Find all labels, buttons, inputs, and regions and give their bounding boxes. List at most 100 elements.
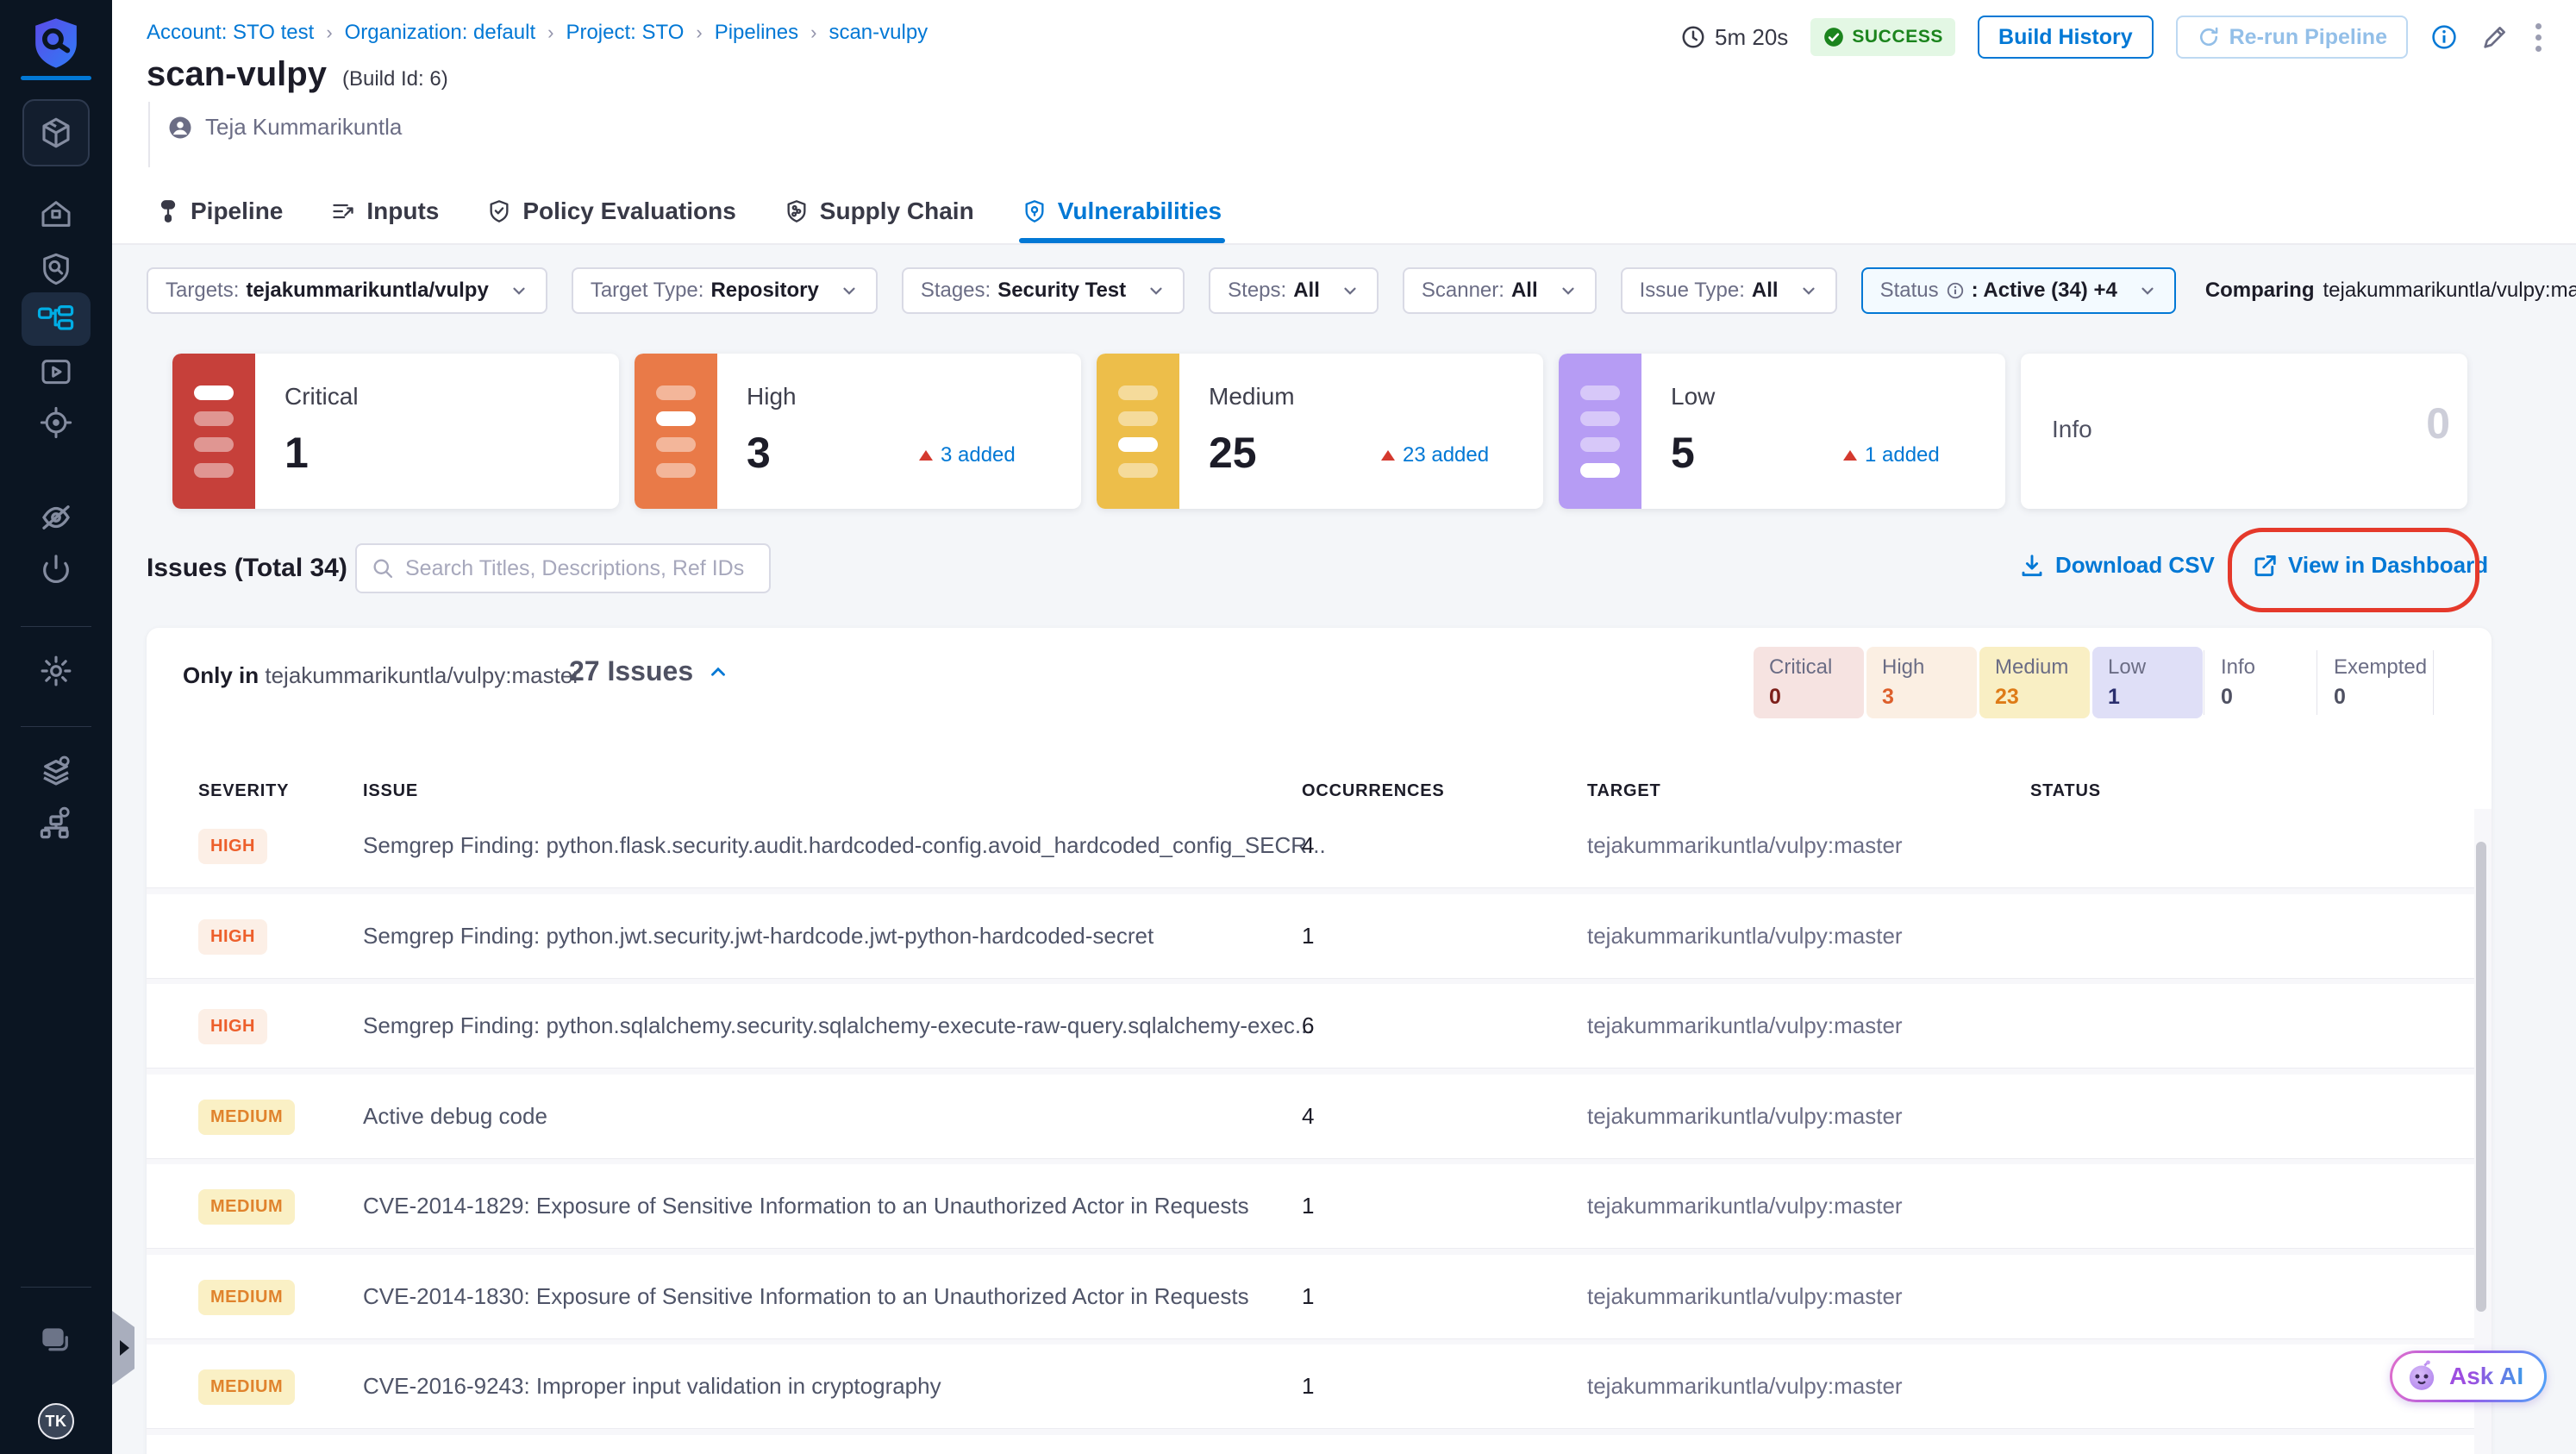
chip-medium: Medium 23 <box>1979 647 2090 718</box>
breadcrumb-pipelines[interactable]: Pipelines <box>715 21 798 45</box>
build-duration: 5m 20s <box>1680 24 1788 51</box>
group-issue-count[interactable]: 27 Issues <box>569 655 729 687</box>
tab-pipeline[interactable]: Pipeline <box>157 179 283 243</box>
table-row[interactable]: MEDIUM CVE-2016-9243: Improper input val… <box>147 1344 2474 1429</box>
issue-title: Active debug code <box>363 1102 547 1129</box>
card-medium[interactable]: Medium 25 23 added <box>1097 354 1543 509</box>
ask-ai-button[interactable]: Ask AI <box>2390 1351 2547 1402</box>
filter-bar: Targets: tejakummarikuntla/vulpy Target T… <box>147 267 2576 314</box>
view-in-dashboard-button[interactable]: View in Dashboard <box>2252 552 2488 579</box>
nav-delegates[interactable] <box>0 802 112 843</box>
triangle-up-icon <box>1843 450 1857 461</box>
severity-badge: HIGH <box>198 1009 267 1044</box>
filter-status[interactable]: Status : Active (34) +4 <box>1860 267 2176 314</box>
chip-info: Info 0 <box>2204 647 2316 718</box>
eye-off-icon <box>42 505 70 530</box>
nav-pipelines-active[interactable] <box>0 291 112 347</box>
info-icon[interactable] <box>2430 23 2458 51</box>
search-input[interactable] <box>405 555 755 581</box>
breadcrumb-account[interactable]: Account: STO test <box>147 21 314 45</box>
chevron-down-icon <box>1802 287 1815 295</box>
module-selector[interactable] <box>0 98 112 167</box>
issues-search[interactable] <box>355 543 771 593</box>
build-history-button[interactable]: Build History <box>1978 16 2154 59</box>
filter-stages[interactable]: Stages: Security Test <box>901 267 1185 314</box>
issue-title: CVE-2014-1830: Exposure of Sensitive Inf… <box>363 1282 1249 1309</box>
card-low[interactable]: Low 5 1 added <box>1559 354 2005 509</box>
shield-check-icon <box>490 200 509 222</box>
nav-exemptions[interactable] <box>0 497 112 538</box>
nav-executions[interactable] <box>0 352 112 393</box>
target-value: tejakummarikuntla/vulpy:master <box>1587 1282 1903 1309</box>
filter-scanner[interactable]: Scanner: All <box>1402 267 1597 314</box>
breadcrumb: Account: STO test › Organization: default… <box>147 21 928 45</box>
more-options-menu-icon[interactable] <box>2532 20 2545 55</box>
nav-default-settings[interactable] <box>0 750 112 792</box>
gear-icon <box>41 655 72 686</box>
nav-targets[interactable] <box>0 402 112 443</box>
chevron-down-icon <box>843 287 855 295</box>
severity-badge: MEDIUM <box>198 1099 296 1135</box>
download-csv-button[interactable]: Download CSV <box>2019 552 2215 579</box>
card-label: High <box>747 383 797 410</box>
logo-underline <box>21 76 91 80</box>
sidebar-collapse-handle[interactable] <box>112 1311 134 1385</box>
breadcrumb-current[interactable]: scan-vulpy <box>828 21 928 45</box>
table-row[interactable]: MEDIUM CVE-2014-1829: Exposure of Sensit… <box>147 1164 2474 1249</box>
severity-gauge-icon <box>1097 354 1179 509</box>
rerun-pipeline-button[interactable]: Re-run Pipeline <box>2175 16 2408 59</box>
sidebar-divider <box>21 726 91 727</box>
nav-home[interactable] <box>0 193 112 235</box>
sto-logo-icon[interactable] <box>0 16 112 71</box>
download-icon <box>2022 554 2042 576</box>
tab-vulnerabilities[interactable]: Vulnerabilities <box>1018 179 1226 243</box>
page-title: scan-vulpy <box>147 55 327 93</box>
comparing-text: Comparingtejakummarikuntla/vulpy:master … <box>2204 279 2576 302</box>
check-circle-icon <box>1824 28 1844 47</box>
occurrences-value: 1 <box>1302 922 1315 949</box>
tab-policy-evaluations[interactable]: Policy Evaluations <box>487 179 736 243</box>
added-delta: 23 added <box>1381 443 1489 467</box>
filter-issue-type[interactable]: Issue Type: All <box>1620 267 1837 314</box>
severity-badge: MEDIUM <box>198 1189 296 1225</box>
breadcrumb-separator: › <box>696 22 703 43</box>
chip-critical: Critical 0 <box>1754 647 1864 718</box>
issue-title: Semgrep Finding: python.sqlalchemy.secur… <box>363 1012 1314 1038</box>
card-high[interactable]: High 3 3 added <box>635 354 1081 509</box>
table-row[interactable]: MEDIUM <box>147 1434 2474 1454</box>
breadcrumb-separator: › <box>326 22 333 43</box>
help-chat-button[interactable]: ? <box>0 1321 112 1363</box>
filter-steps[interactable]: Steps: All <box>1209 267 1379 314</box>
info-icon <box>1947 282 1963 299</box>
chevron-down-icon <box>1344 287 1356 295</box>
user-avatar[interactable]: TK <box>0 1401 112 1442</box>
table-row[interactable]: HIGH Semgrep Finding: python.sqlalchemy.… <box>147 984 2474 1069</box>
nav-settings[interactable] <box>0 650 112 692</box>
crosshair-icon <box>40 406 72 439</box>
tab-inputs[interactable]: Inputs <box>331 179 439 243</box>
nav-get-started[interactable] <box>0 548 112 590</box>
nav-test-targets[interactable] <box>0 248 112 290</box>
vertical-scrollbar[interactable] <box>2476 842 2486 1312</box>
table-row[interactable]: MEDIUM Active debug code 4 tejakummariku… <box>147 1074 2474 1159</box>
tab-supply-chain[interactable]: Supply Chain <box>785 179 974 243</box>
card-count: 0 <box>2426 399 2450 448</box>
breadcrumb-project[interactable]: Project: STO <box>566 21 684 45</box>
severity-gauge-icon <box>172 354 255 509</box>
edit-pencil-icon[interactable] <box>2480 22 2510 52</box>
breadcrumb-org[interactable]: Organization: default <box>345 21 535 45</box>
table-row[interactable]: HIGH Semgrep Finding: python.jwt.securit… <box>147 893 2474 979</box>
user-icon <box>169 116 191 138</box>
filter-target-type[interactable]: Target Type: Repository <box>571 267 878 314</box>
network-gear-icon <box>40 806 70 839</box>
issues-toolbar: Issues (Total 34) Download CSV View in D… <box>147 528 2492 612</box>
card-count: 25 <box>1209 429 1257 477</box>
table-row[interactable]: HIGH Semgrep Finding: python.flask.secur… <box>147 804 2474 888</box>
filter-targets[interactable]: Targets: tejakummarikuntla/vulpy <box>147 267 547 314</box>
card-info[interactable]: Info 0 <box>2021 354 2467 509</box>
table-row[interactable]: MEDIUM CVE-2014-1830: Exposure of Sensit… <box>147 1254 2474 1339</box>
chat-help-icon: ? <box>42 1328 68 1351</box>
card-critical[interactable]: Critical 1 <box>172 354 619 509</box>
tab-bar: Pipeline Inputs Policy Evaluations Suppl… <box>157 179 1226 243</box>
chip-low: Low 1 <box>2092 647 2203 718</box>
